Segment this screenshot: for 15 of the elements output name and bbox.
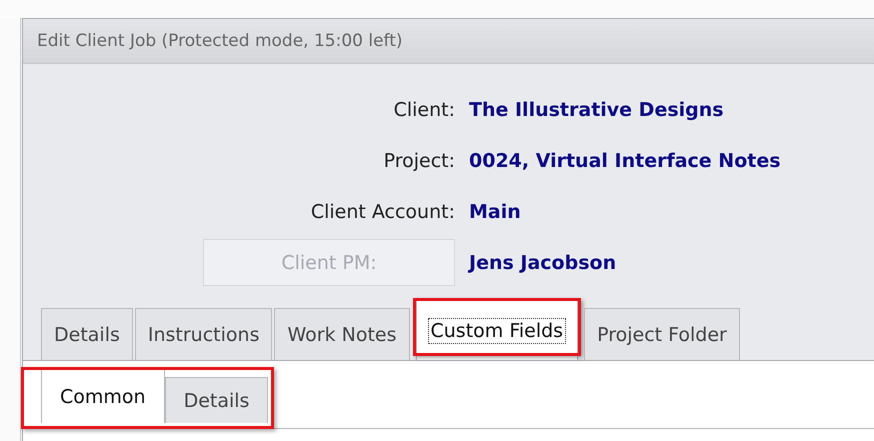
- field-value: 0024, Virtual Interface Notes: [469, 150, 781, 172]
- field-value: Main: [469, 200, 521, 222]
- tab[interactable]: Instructions: [134, 308, 272, 360]
- tab[interactable]: Details: [41, 308, 133, 360]
- tab[interactable]: Project Folder: [584, 308, 740, 360]
- tab[interactable]: Work Notes: [274, 308, 410, 360]
- field-value: The Illustrative Designs: [469, 98, 724, 120]
- tab[interactable]: Custom Fields: [416, 300, 578, 360]
- field-value: Jens Jacobson: [469, 252, 616, 274]
- field-label: Client Account:: [310, 200, 455, 222]
- subtab[interactable]: Common: [41, 369, 165, 423]
- window-title: Edit Client Job (Protected mode, 15:00 left): [37, 31, 403, 51]
- field-label: Project:: [384, 150, 455, 172]
- subtab[interactable]: Details: [164, 377, 268, 423]
- field-label: Client:: [394, 98, 455, 120]
